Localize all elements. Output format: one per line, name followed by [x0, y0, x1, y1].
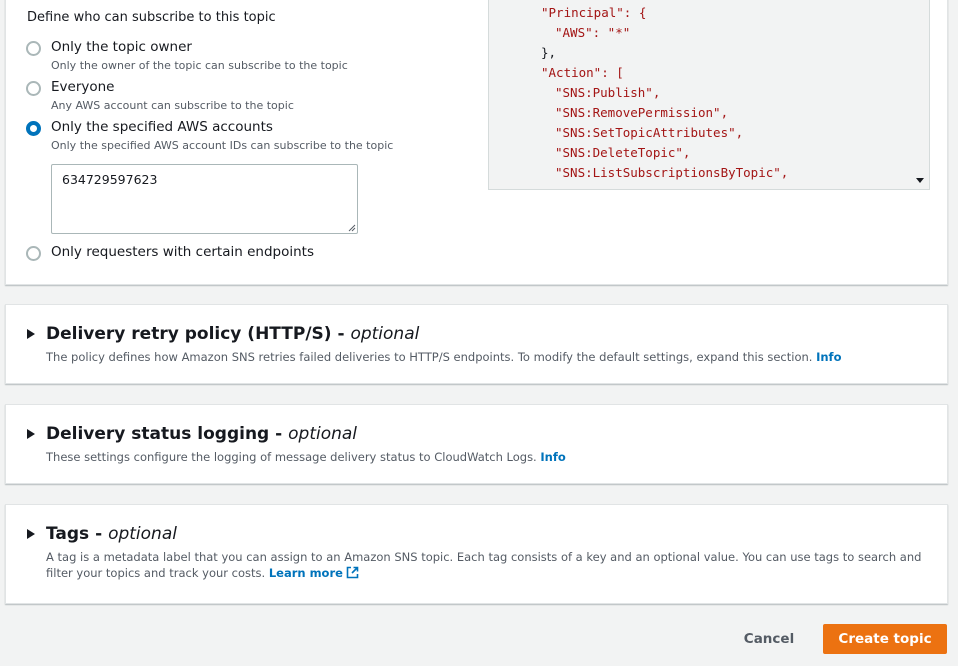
subscribe-definition-label: Define who can subscribe to this topic [27, 10, 276, 25]
optional-label: optional [288, 424, 358, 444]
section-title-text: Tags - [46, 524, 103, 544]
caret-down-icon[interactable] [916, 178, 924, 183]
learn-more-text: Learn more [268, 566, 343, 580]
info-link[interactable]: Info [540, 450, 565, 464]
radio-description: Any AWS account can subscribe to the top… [51, 99, 294, 112]
optional-label: optional [350, 324, 420, 344]
radio-button-icon[interactable] [26, 246, 41, 261]
tags-section[interactable]: Tags - optional A tag is a metadata labe… [5, 504, 948, 604]
section-description: These settings configure the logging of … [46, 449, 926, 465]
access-policy-panel: Define who can subscribe to this topic O… [5, 0, 948, 285]
json-line: "SNS:Publish", [555, 85, 661, 100]
aws-accounts-value: 634729597623 [62, 172, 158, 187]
radio-label: Only requesters with certain endpoints [51, 244, 314, 260]
json-line: "SNS:DeleteTopic", [555, 145, 691, 160]
radio-label: Only the specified AWS accounts [51, 119, 273, 135]
section-title[interactable]: Tags - optional [46, 524, 177, 544]
external-link-icon [346, 566, 359, 579]
radio-button-selected-icon[interactable] [26, 121, 41, 136]
section-description: The policy defines how Amazon SNS retrie… [46, 349, 926, 365]
radio-description: Only the specified AWS account IDs can s… [51, 139, 394, 152]
section-title-text: Delivery retry policy (HTTP/S) - [46, 324, 345, 344]
info-link[interactable]: Info [816, 350, 841, 364]
json-line: "Action": [ [541, 65, 624, 80]
learn-more-link[interactable]: Learn more [269, 566, 359, 580]
cancel-button[interactable]: Cancel [732, 626, 806, 652]
json-line: "AWS": "*" [555, 25, 631, 40]
delivery-logging-section[interactable]: Delivery status logging - optional These… [5, 404, 948, 484]
caret-right-icon[interactable] [27, 329, 35, 339]
section-title[interactable]: Delivery status logging - optional [46, 424, 357, 444]
section-title[interactable]: Delivery retry policy (HTTP/S) - optiona… [46, 324, 419, 344]
caret-right-icon[interactable] [27, 529, 35, 539]
description-text: The policy defines how Amazon SNS retrie… [46, 350, 813, 364]
create-topic-button[interactable]: Create topic [823, 624, 947, 654]
aws-accounts-textarea[interactable]: 634729597623 [51, 164, 358, 234]
json-policy-editor[interactable]: "Principal": { "AWS": "*" }, "Action": [… [488, 0, 930, 190]
delivery-retry-section[interactable]: Delivery retry policy (HTTP/S) - optiona… [5, 304, 948, 384]
radio-description: Only the owner of the topic can subscrib… [51, 59, 348, 72]
json-line: "SNS:ListSubscriptionsByTopic", [555, 165, 789, 180]
radio-button-icon[interactable] [26, 81, 41, 96]
description-text: A tag is a metadata label that you can a… [46, 550, 922, 580]
json-line: "Principal": { [541, 5, 647, 20]
description-text: These settings configure the logging of … [46, 450, 537, 464]
caret-right-icon[interactable] [27, 429, 35, 439]
json-line: }, [541, 45, 557, 60]
section-title-text: Delivery status logging - [46, 424, 283, 444]
radio-label: Only the topic owner [51, 39, 192, 55]
radio-button-icon[interactable] [26, 41, 41, 56]
json-line: "SNS:RemovePermission", [555, 105, 729, 120]
optional-label: optional [108, 524, 177, 544]
radio-label: Everyone [51, 79, 115, 95]
resize-grip-icon[interactable] [348, 224, 356, 232]
section-description: A tag is a metadata label that you can a… [46, 549, 931, 581]
json-line: "SNS:SetTopicAttributes", [555, 125, 744, 140]
